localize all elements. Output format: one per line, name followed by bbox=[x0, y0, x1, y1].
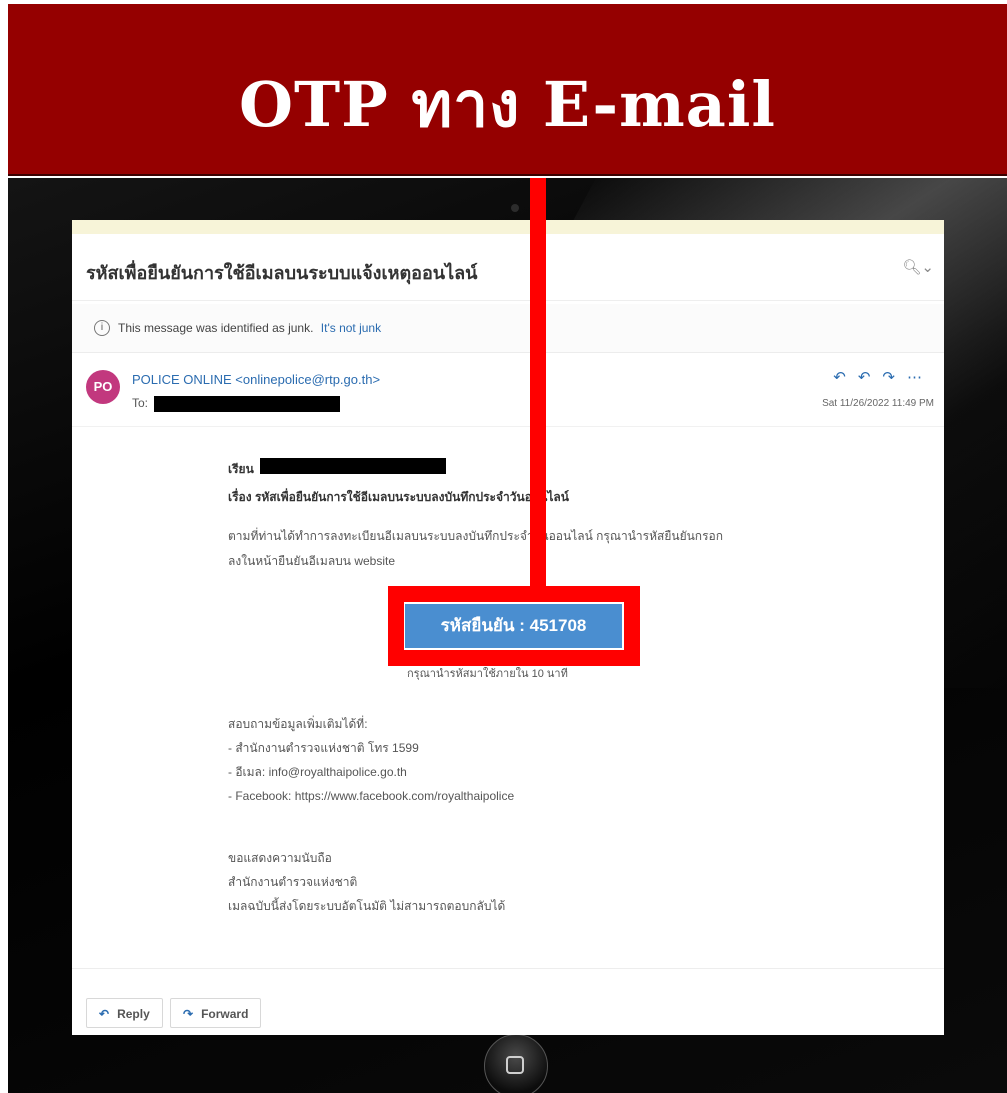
not-junk-link[interactable]: It's not junk bbox=[321, 321, 381, 335]
screen-top-strip bbox=[72, 220, 944, 234]
reply-icon: ↶ bbox=[99, 1007, 110, 1021]
intro-text: ตามที่ท่านได้ทำการลงทะเบียนอีเมลบนระบบลง… bbox=[228, 524, 828, 574]
contact-info: สอบถามข้อมูลเพิ่มเติมได้ที่: - สำนักงานต… bbox=[228, 712, 514, 808]
zoom-icon[interactable]: 🔍︎⌄ bbox=[902, 258, 934, 276]
greeting: เรียน bbox=[228, 460, 254, 479]
contact-heading: สอบถามข้อมูลเพิ่มเติมได้ที่: bbox=[228, 717, 368, 731]
more-icon[interactable]: ⋯ bbox=[907, 369, 934, 386]
footer-divider bbox=[72, 968, 944, 969]
subject-row: รหัสเพื่อยืนยันการใช้อีเมลบนระบบแจ้งเหตุ… bbox=[72, 244, 944, 301]
sender-address[interactable]: POLICE ONLINE <onlinepolice@rtp.go.th> bbox=[132, 372, 380, 387]
otp-highlight-box bbox=[388, 586, 640, 666]
contact-email: - อีเมล: info@royalthaipolice.go.th bbox=[228, 765, 407, 779]
sender-row: PO POLICE ONLINE <onlinepolice@rtp.go.th… bbox=[72, 356, 944, 427]
recipient-redaction bbox=[154, 396, 340, 412]
expire-note: กรุณานำรหัสมาใช้ภายใน 10 นาที bbox=[407, 668, 568, 680]
junk-notice-bar: i This message was identified as junk. I… bbox=[72, 304, 944, 353]
forward-icon: ↷ bbox=[183, 1007, 194, 1021]
banner-title: OTP ทาง E-mail bbox=[239, 68, 776, 141]
message-date: Sat 11/26/2022 11:49 PM bbox=[822, 398, 934, 409]
closing: ขอแสดงความนับถือ สำนักงานตำรวจแห่งชาติ เ… bbox=[228, 846, 505, 918]
contact-phone: - สำนักงานตำรวจแห่งชาติ โทร 1599 bbox=[228, 741, 419, 755]
to-label: To: bbox=[132, 396, 149, 410]
closing-line-3: เมลฉบับนี้ส่งโดยระบบอัตโนมัติ ไม่สามารถต… bbox=[228, 899, 506, 913]
intro-line-1: ตามที่ท่านได้ทำการลงทะเบียนอีเมลบนระบบลง… bbox=[228, 529, 723, 543]
camera-icon bbox=[511, 204, 519, 212]
reply-all-icon[interactable]: ↶ bbox=[858, 369, 883, 386]
body-subject: เรื่อง รหัสเพื่อยืนยันการใช้อีเมลบนระบบล… bbox=[228, 490, 569, 504]
forward-icon[interactable]: ↷ bbox=[882, 369, 907, 386]
closing-line-1: ขอแสดงความนับถือ bbox=[228, 851, 332, 865]
info-icon: i bbox=[94, 320, 110, 336]
forward-label: Forward bbox=[201, 1007, 249, 1021]
name-redaction bbox=[260, 458, 446, 474]
junk-notice: This message was identified as junk. It'… bbox=[118, 321, 381, 335]
reply-button[interactable]: ↶ Reply bbox=[86, 998, 163, 1028]
title-banner: OTP ทาง E-mail bbox=[8, 4, 1007, 176]
contact-facebook: - Facebook: https://www.facebook.com/roy… bbox=[228, 789, 515, 803]
home-button[interactable] bbox=[484, 1034, 548, 1093]
junk-notice-text: This message was identified as junk. bbox=[118, 321, 314, 335]
reply-icon[interactable]: ↶ bbox=[833, 369, 858, 386]
reply-label: Reply bbox=[117, 1007, 150, 1021]
highlight-connector bbox=[530, 178, 546, 596]
intro-line-2: ลงในหน้ายืนยันอีเมลบน website bbox=[228, 554, 396, 568]
forward-button[interactable]: ↷ Forward bbox=[170, 998, 262, 1028]
message-actions: ↶↶↷⋯ bbox=[833, 368, 934, 386]
email-subject: รหัสเพื่อยืนยันการใช้อีเมลบนระบบแจ้งเหตุ… bbox=[86, 263, 478, 283]
closing-line-2: สำนักงานตำรวจแห่งชาติ bbox=[228, 875, 358, 889]
greeting-text: เรียน bbox=[228, 462, 254, 476]
avatar: PO bbox=[86, 370, 120, 404]
